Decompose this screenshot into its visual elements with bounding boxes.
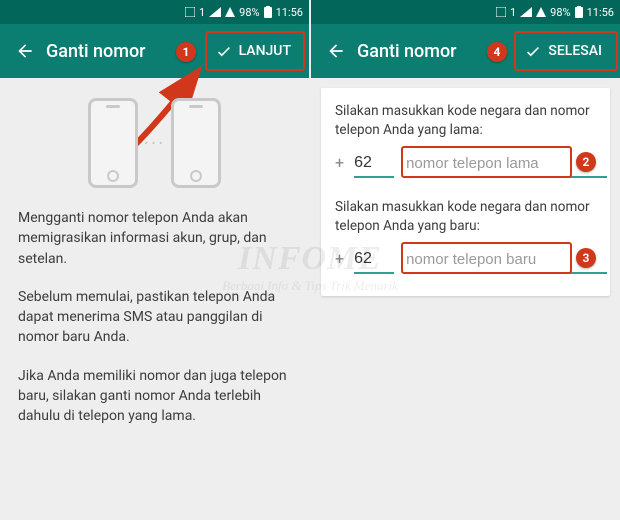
sim-indicator	[185, 7, 195, 17]
status-bar: 1 98% 11:56	[311, 0, 620, 24]
signal-icon	[520, 7, 532, 17]
battery-icon	[264, 6, 272, 18]
network-icon	[225, 7, 235, 17]
clock: 11:56	[276, 6, 303, 19]
battery-icon	[575, 6, 583, 18]
done-label: SELESAI	[548, 43, 602, 59]
battery-pct: 98%	[239, 6, 259, 19]
continue-label: LANJUT	[239, 43, 291, 59]
plus-sign: +	[335, 249, 344, 274]
clock: 11:56	[587, 6, 614, 19]
dots-icon: ···	[144, 131, 166, 155]
intro-text: Mengganti nomor telepon Anda akan memigr…	[0, 208, 309, 427]
check-icon	[524, 42, 542, 60]
network-icon	[536, 7, 546, 17]
screen-change-number-form: 1 98% 11:56 Ganti nomor SELESAI 4	[311, 0, 620, 520]
app-bar: Ganti nomor SELESAI 4	[311, 24, 620, 78]
row-old-number: + 2	[335, 150, 596, 178]
screen-change-number-intro: 1 98% 11:56 Ganti nomor LANJUT 1	[0, 0, 309, 520]
continue-button[interactable]: LANJUT	[205, 36, 301, 66]
row-new-number: + 3	[335, 246, 596, 274]
app-bar: Ganti nomor LANJUT 1	[0, 24, 309, 78]
intro-paragraph-2: Sebelum memulai, pastikan telepon Anda d…	[18, 287, 291, 348]
phone-new-icon	[171, 98, 221, 188]
form-card: Silakan masukkan kode negara dan nomor t…	[321, 88, 610, 296]
step-badge-1: 1	[176, 42, 196, 62]
prompt-old-number: Silakan masukkan kode negara dan nomor t…	[335, 102, 596, 140]
phone-transfer-illustration: ···	[0, 78, 309, 208]
country-code-new[interactable]	[354, 246, 394, 274]
status-bar: 1 98% 11:56	[0, 0, 309, 24]
intro-paragraph-1: Mengganti nomor telepon Anda akan memigr…	[18, 208, 291, 269]
sim-label: 1	[199, 6, 205, 19]
done-button[interactable]: SELESAI	[514, 36, 612, 66]
step-badge-3: 3	[576, 248, 596, 268]
signal-icon	[209, 7, 221, 17]
prompt-new-number: Silakan masukkan kode negara dan nomor t…	[335, 198, 596, 236]
sim-label: 1	[510, 6, 516, 19]
battery-pct: 98%	[550, 6, 570, 19]
step-badge-4: 4	[487, 42, 507, 62]
plus-sign: +	[335, 153, 344, 178]
step-badge-2: 2	[576, 152, 596, 172]
intro-paragraph-3: Jika Anda memiliki nomor dan juga telepo…	[18, 366, 291, 427]
back-button[interactable]	[319, 34, 353, 68]
check-icon	[215, 42, 233, 60]
country-code-old[interactable]	[354, 150, 394, 178]
sim-indicator	[496, 7, 506, 17]
back-button[interactable]	[8, 34, 42, 68]
phone-old-icon	[88, 98, 138, 188]
